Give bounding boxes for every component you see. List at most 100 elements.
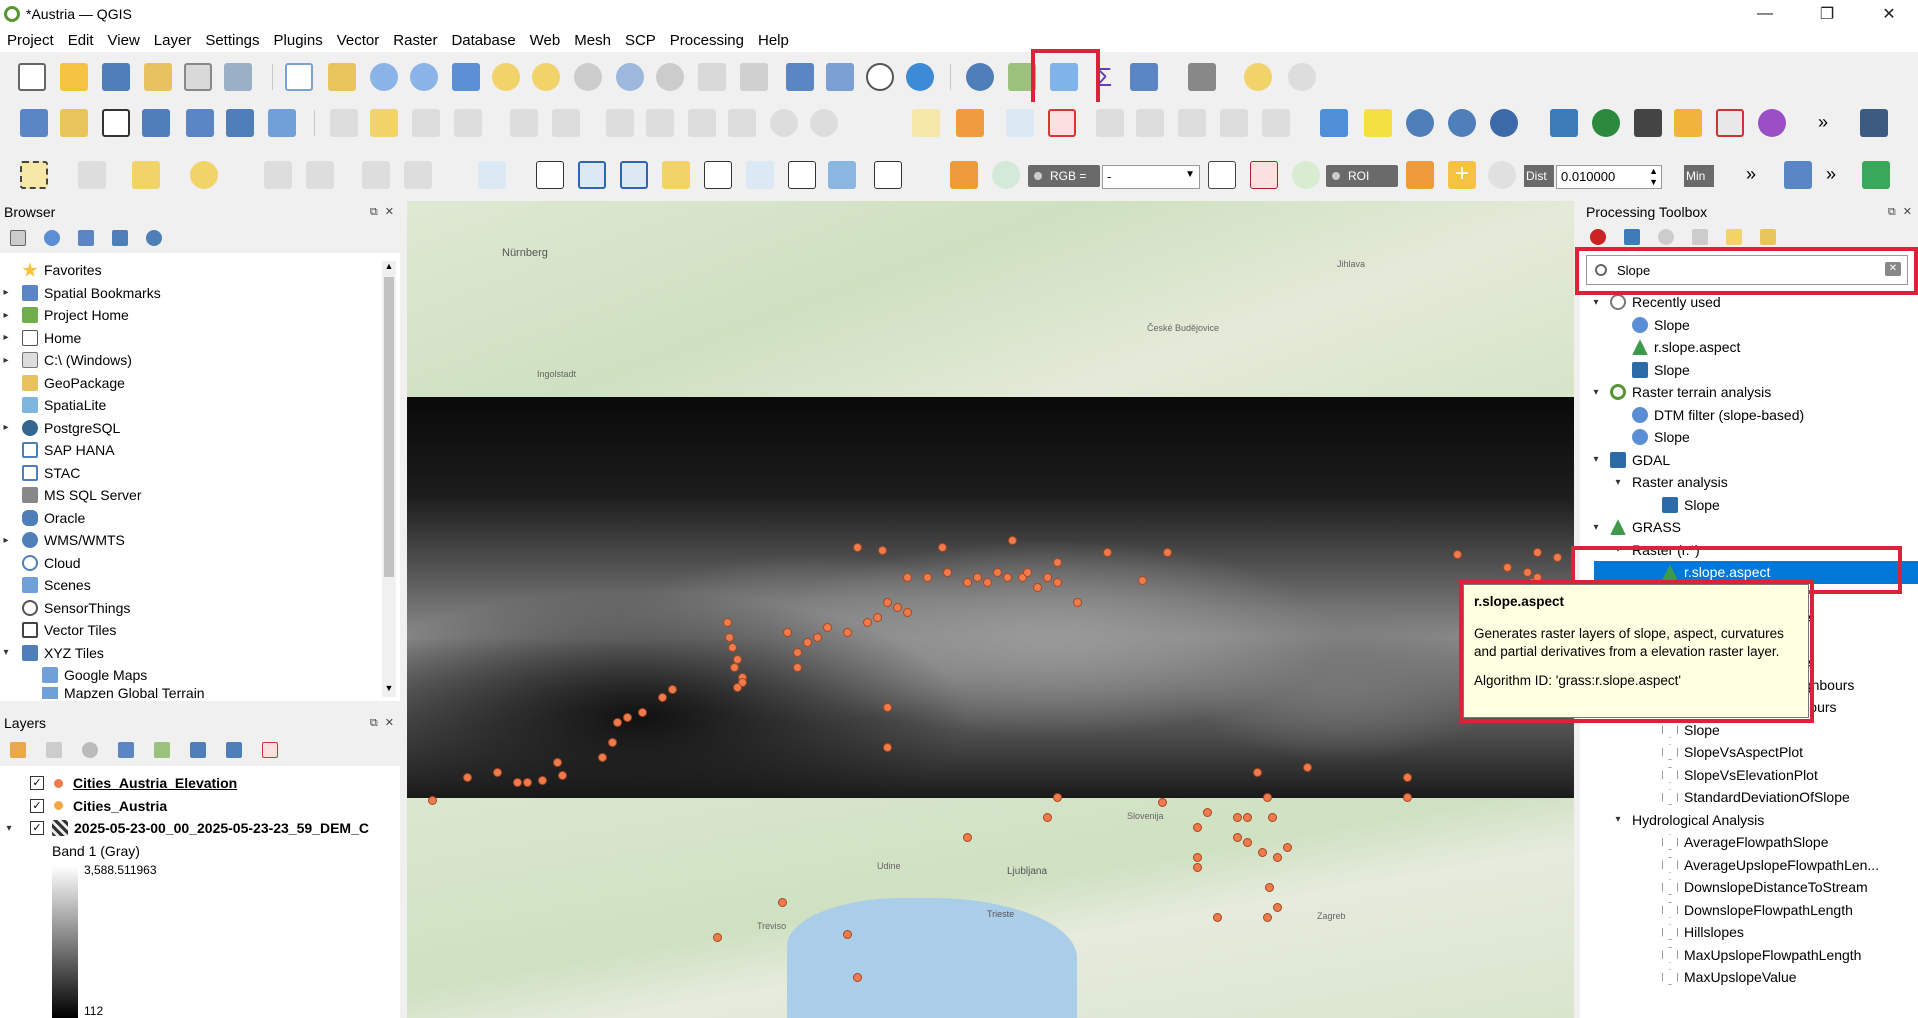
browser-item-cloud[interactable]: Cloud <box>0 552 400 575</box>
diagram-tool-icon[interactable] <box>956 109 984 137</box>
browser-item-stac[interactable]: STAC <box>0 462 400 485</box>
toolbox-algorithm-24[interactable]: AverageFlowpathSlope <box>1580 831 1918 854</box>
browser-item-c-drive[interactable]: ▸ C:\ (Windows) <box>0 349 400 372</box>
save-project-icon[interactable] <box>102 63 130 91</box>
add-raster-layer-icon[interactable] <box>142 109 170 137</box>
expand-arrow-icon[interactable]: ▾ <box>0 823 18 834</box>
info-icon[interactable] <box>146 230 162 246</box>
scp-redo-icon[interactable] <box>1488 161 1516 189</box>
pin-labels-icon[interactable] <box>1048 109 1076 137</box>
toolbox-algorithm-27[interactable]: DownslopeFlowpathLength <box>1580 899 1918 922</box>
browser-item-sap-hana[interactable]: SAP HANA <box>0 439 400 462</box>
toggle-editing-icon[interactable] <box>370 109 398 137</box>
zoom-out-icon[interactable] <box>410 63 438 91</box>
pan-to-selection-icon[interactable] <box>328 63 356 91</box>
dock-float-close-icon[interactable]: ⧉ ✕ <box>1888 205 1914 219</box>
identify-features-icon[interactable] <box>966 63 994 91</box>
layer-visibility-checkbox[interactable]: ✓ <box>30 798 44 813</box>
measure-line-icon[interactable] <box>1188 63 1216 91</box>
expand-arrow-icon[interactable]: ▾ <box>1612 814 1624 825</box>
select-features-location-icon[interactable] <box>1320 109 1348 137</box>
layer-row-dem[interactable]: ▾ ✓ 2025-05-23-00_00_2025-05-23-23_59_DE… <box>0 817 400 840</box>
scp-zoom-icon[interactable] <box>992 161 1020 189</box>
expand-arrow-icon[interactable]: ▾ <box>1590 297 1602 308</box>
menu-vector[interactable]: Vector <box>330 32 387 49</box>
scroll-up-icon[interactable]: ▲ <box>382 261 396 275</box>
plugin-search-icon[interactable] <box>1862 161 1890 189</box>
refresh-icon[interactable] <box>44 230 60 246</box>
text-annotation-icon[interactable] <box>704 161 732 189</box>
filter-legend-icon[interactable] <box>118 742 134 758</box>
zoom-to-layer-icon[interactable] <box>532 63 560 91</box>
toolbox-algorithm-3[interactable]: Slope <box>1580 359 1918 382</box>
show-bookmarks-icon[interactable] <box>826 63 854 91</box>
filter-expression-icon[interactable] <box>154 742 170 758</box>
browser-item-wms-wmts[interactable]: ▸ WMS/WMTS <box>0 529 400 552</box>
add-virtual-layer-icon[interactable] <box>268 109 296 137</box>
remove-layer-icon[interactable] <box>262 742 278 758</box>
browser-item-project-home[interactable]: ▸ Project Home <box>0 304 400 327</box>
globe-settings-icon[interactable] <box>1448 109 1476 137</box>
layout-manager-icon[interactable] <box>184 63 212 91</box>
browser-item-home[interactable]: ▸ Home <box>0 327 400 350</box>
menu-help[interactable]: Help <box>751 32 796 49</box>
add-mesh-layer-icon[interactable] <box>226 109 254 137</box>
menu-database[interactable]: Database <box>444 32 522 49</box>
toolbox-algorithm-6[interactable]: Slope <box>1580 426 1918 449</box>
collapse-all-icon[interactable] <box>112 230 128 246</box>
add-wms-layer-icon[interactable] <box>186 109 214 137</box>
menu-raster[interactable]: Raster <box>386 32 444 49</box>
annotation-text-icon[interactable] <box>478 161 506 189</box>
network-plugin-icon[interactable] <box>1758 109 1786 137</box>
browser-item-geopackage[interactable]: GeoPackage <box>0 372 400 395</box>
style-manager-icon[interactable] <box>224 63 252 91</box>
browser-item-google-maps[interactable]: Google Maps <box>0 664 400 687</box>
html-annotation-icon[interactable] <box>874 161 902 189</box>
toolbox-algorithm-9[interactable]: Slope <box>1580 494 1918 517</box>
toolbox-algorithm-2[interactable]: r.slope.aspect <box>1580 336 1918 359</box>
map-tips-icon[interactable] <box>1244 63 1272 91</box>
zoom-to-selection-icon[interactable] <box>492 63 520 91</box>
highlight-label-icon[interactable] <box>1006 109 1034 137</box>
layer-visibility-checkbox[interactable]: ✓ <box>30 776 44 791</box>
options-wrench-icon[interactable] <box>1760 229 1776 245</box>
select-by-expression-icon[interactable] <box>78 161 106 189</box>
zoom-full-icon[interactable] <box>452 63 480 91</box>
plugin-tool-icon[interactable] <box>1784 161 1812 189</box>
results-viewer-icon[interactable] <box>1692 229 1708 245</box>
dock-float-close-icon[interactable]: ⧉ ✕ <box>370 205 396 219</box>
toolbar-overflow-chevron-icon[interactable]: » <box>1746 164 1756 185</box>
browser-item-xyz-tiles[interactable]: ▾ XYZ Tiles <box>0 642 400 665</box>
cursor-plugin-icon[interactable] <box>1716 109 1744 137</box>
browser-item-spatial-bookmarks[interactable]: ▸ Spatial Bookmarks <box>0 282 400 305</box>
scp-rgb-combobox[interactable]: - ▼ <box>1102 165 1200 189</box>
expand-arrow-icon[interactable]: ▾ <box>1590 454 1602 465</box>
browser-scrollbar[interactable]: ▲ ▼ <box>382 261 396 697</box>
layer-row-cities[interactable]: ✓ Cities_Austria <box>0 795 400 818</box>
attribute-table-icon[interactable] <box>1130 63 1158 91</box>
scp-zoom-roi-icon[interactable] <box>1292 161 1320 189</box>
toolbox-algorithm-5[interactable]: DTM filter (slope-based) <box>1580 404 1918 427</box>
scp-signature-icon[interactable] <box>1250 161 1278 189</box>
maximize-button[interactable]: ❐ <box>1804 0 1850 28</box>
toolbox-algorithm-29[interactable]: MaxUpslopeFlowpathLength <box>1580 944 1918 967</box>
select-features-icon[interactable] <box>20 161 48 189</box>
scroll-down-icon[interactable]: ▼ <box>382 683 396 697</box>
zoom-in-icon[interactable] <box>370 63 398 91</box>
python-console-icon[interactable] <box>1550 109 1578 137</box>
triangle-tool-icon[interactable] <box>1364 109 1392 137</box>
deselect-features-icon[interactable] <box>132 161 160 189</box>
toolbox-algorithm-1[interactable]: Slope <box>1580 314 1918 337</box>
menu-settings[interactable]: Settings <box>198 32 266 49</box>
picture-annotation-icon[interactable] <box>828 161 856 189</box>
filter-icon[interactable] <box>78 230 94 246</box>
toolbox-group-23[interactable]: ▾ Hydrological Analysis <box>1580 809 1918 832</box>
add-group-icon[interactable] <box>46 742 62 758</box>
toolbox-algorithm-28[interactable]: Hillslopes <box>1580 921 1918 944</box>
expand-arrow-icon[interactable]: ▾ <box>1590 522 1602 533</box>
toolbar-overflow-chevron-icon[interactable]: » <box>1826 164 1836 185</box>
scp-add-icon[interactable]: + <box>1448 161 1476 189</box>
zoom-last-icon[interactable] <box>616 63 644 91</box>
toolbox-algorithm-30[interactable]: MaxUpslopeValue <box>1580 966 1918 989</box>
browser-item-vector-tiles[interactable]: Vector Tiles <box>0 619 400 642</box>
